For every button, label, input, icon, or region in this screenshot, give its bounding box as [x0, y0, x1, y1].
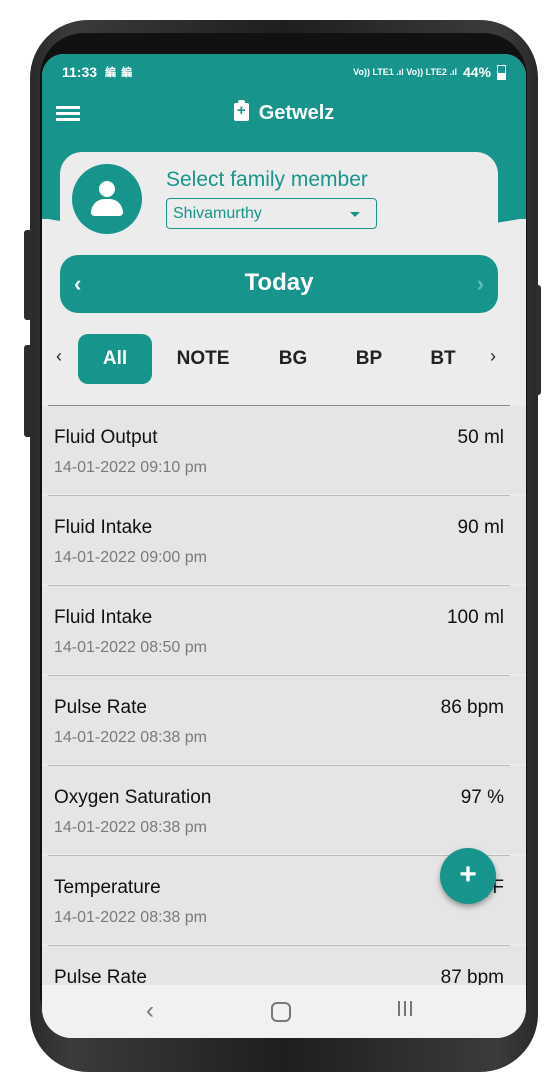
- list-item[interactable]: Fluid Intake 100 ml 14-01-2022 08:50 pm: [42, 586, 526, 676]
- selected-member: Shivamurthy: [173, 205, 262, 222]
- date-navigator: ‹ Today ›: [60, 255, 498, 313]
- record-value: 50 ml: [457, 427, 504, 448]
- add-record-button[interactable]: +: [440, 848, 496, 904]
- list-item[interactable]: Fluid Intake 90 ml 14-01-2022 09:00 pm: [42, 496, 526, 586]
- record-datetime: 14-01-2022 09:10 pm: [54, 459, 207, 476]
- battery-percent: 44%: [462, 64, 491, 80]
- record-value: 97 %: [460, 787, 504, 808]
- record-datetime: 14-01-2022 08:38 pm: [54, 729, 207, 746]
- status-bar: 11:33 編 編 Vo)) LTE1 .ıl Vo)) LTE2 .ıl 44…: [62, 62, 506, 82]
- record-value: 90 ml: [457, 517, 504, 538]
- chevron-right-icon[interactable]: ›: [477, 271, 484, 297]
- record-value: 100 ml: [446, 607, 504, 628]
- list-item[interactable]: Oxygen Saturation 97 % 14-01-2022 08:38 …: [42, 766, 526, 856]
- filter-tabs: ‹ All NOTE BG BP BT ›: [42, 332, 526, 384]
- record-name: Temperature: [54, 877, 161, 898]
- tab-bp[interactable]: BP: [334, 334, 404, 384]
- recent-apps-icon[interactable]: [398, 1001, 416, 1021]
- list-item[interactable]: Fluid Output 50 ml 14-01-2022 09:10 pm: [42, 406, 526, 496]
- date-label: Today: [244, 269, 314, 296]
- person-icon: [99, 181, 115, 197]
- tab-bg[interactable]: BG: [258, 334, 328, 384]
- tab-bt[interactable]: BT: [408, 334, 478, 384]
- clipboard-plus-icon: [233, 100, 249, 121]
- home-icon[interactable]: [271, 1002, 291, 1022]
- tab-note[interactable]: NOTE: [166, 334, 240, 384]
- battery-icon: [497, 64, 506, 80]
- tab-all[interactable]: All: [78, 334, 152, 384]
- tabs-scroll-right-icon[interactable]: ›: [490, 346, 496, 367]
- list-item[interactable]: Pulse Rate 86 bpm 14-01-2022 08:38 pm: [42, 676, 526, 766]
- system-nav-bar: ‹: [42, 985, 526, 1038]
- caret-down-icon: [350, 212, 360, 217]
- power-button: [534, 285, 541, 395]
- sim-icons: 編 編: [105, 67, 134, 79]
- volume-up-button: [24, 230, 32, 320]
- record-datetime: 14-01-2022 08:38 pm: [54, 819, 207, 836]
- record-datetime: 14-01-2022 08:38 pm: [54, 909, 207, 926]
- record-name: Pulse Rate: [54, 697, 147, 718]
- avatar[interactable]: [72, 164, 142, 234]
- tabs-scroll-left-icon[interactable]: ‹: [56, 346, 62, 367]
- record-name: Fluid Output: [54, 427, 158, 448]
- member-label: Select family member: [166, 168, 368, 191]
- family-member-dropdown[interactable]: Shivamurthy: [166, 198, 377, 229]
- record-name: Fluid Intake: [54, 607, 153, 628]
- record-datetime: 14-01-2022 09:00 pm: [54, 549, 207, 566]
- app-title-text: Getwelz: [258, 102, 335, 124]
- record-name: Fluid Intake: [54, 517, 153, 538]
- back-icon[interactable]: ‹: [146, 997, 154, 1025]
- app-title: Getwelz: [42, 100, 526, 125]
- signal-icons: Vo)) LTE1 .ıl Vo)) LTE2 .ıl: [353, 67, 457, 77]
- volume-down-button: [24, 345, 32, 437]
- record-name: Oxygen Saturation: [54, 787, 212, 808]
- records-list: Fluid Output 50 ml 14-01-2022 09:10 pm F…: [42, 406, 526, 1036]
- record-value: 86 bpm: [440, 697, 504, 718]
- app-screen: 11:33 編 編 Vo)) LTE1 .ıl Vo)) LTE2 .ıl 44…: [42, 54, 526, 1038]
- status-time: 11:33: [62, 64, 98, 80]
- record-datetime: 14-01-2022 08:50 pm: [54, 639, 207, 656]
